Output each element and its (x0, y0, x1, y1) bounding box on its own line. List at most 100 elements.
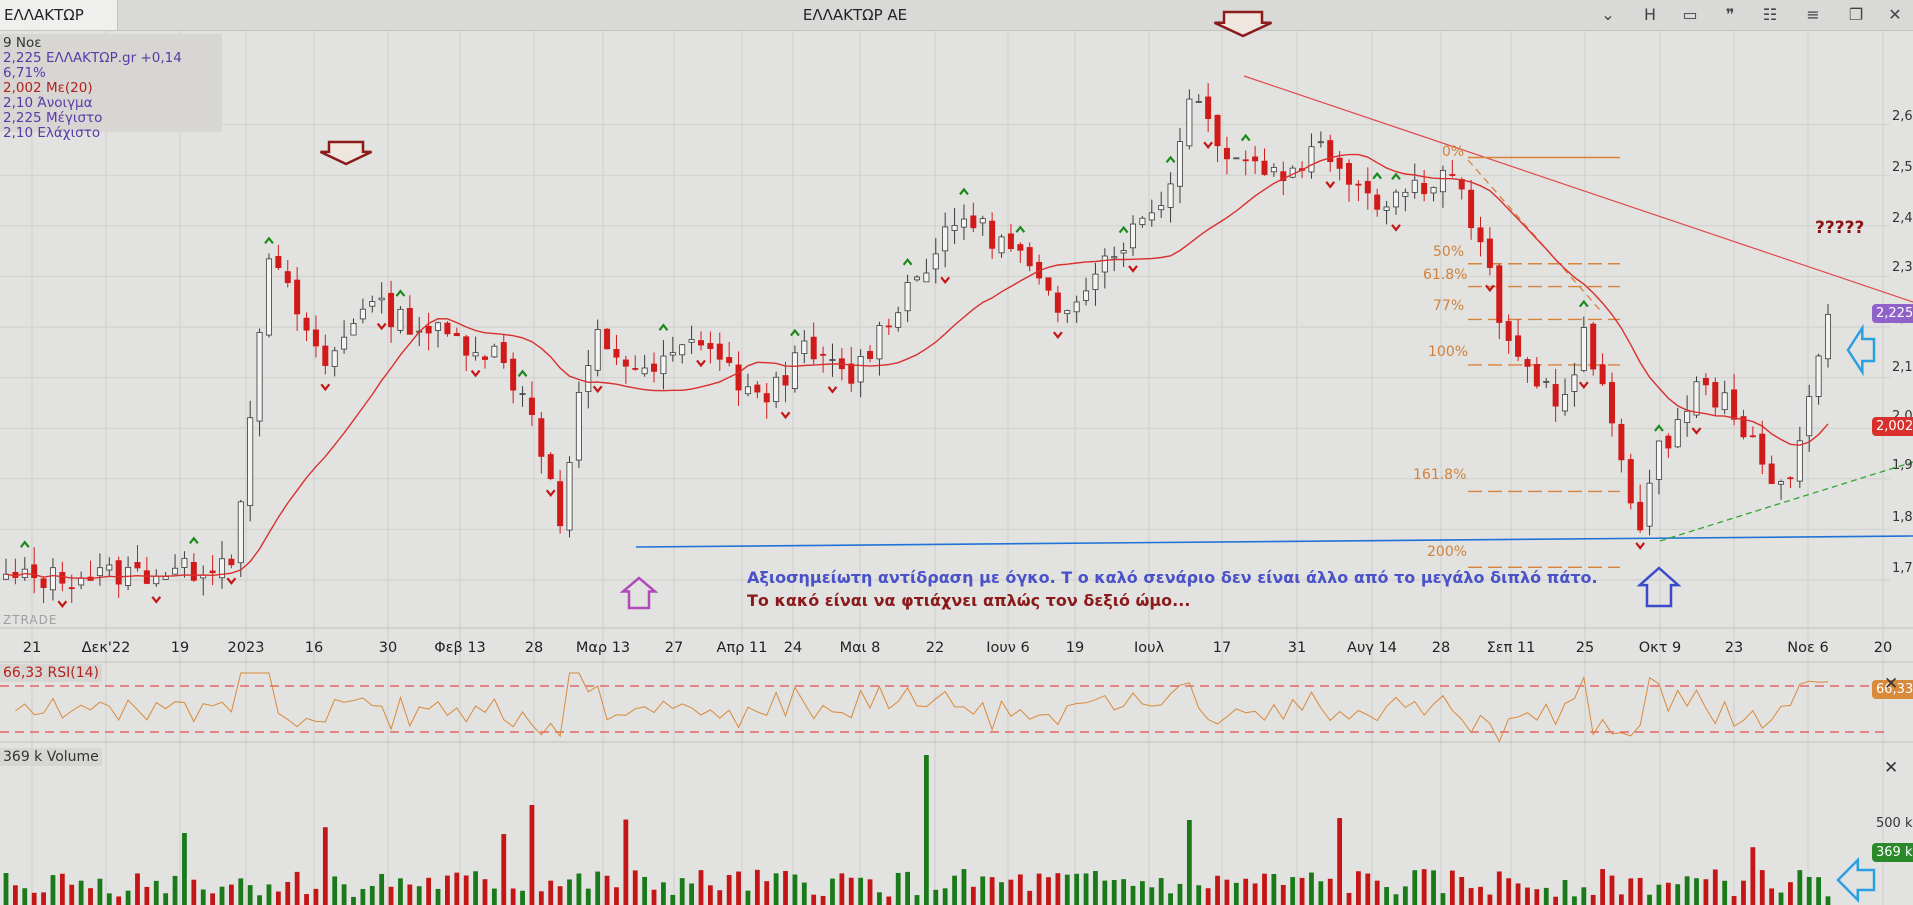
candle-body (1167, 183, 1174, 208)
volume-bar (1656, 884, 1662, 905)
peak-marker (1578, 299, 1589, 308)
volume-bar (970, 886, 976, 905)
volume-bar (285, 881, 291, 905)
volume-bar (1111, 880, 1117, 905)
volume-bar (1327, 878, 1333, 905)
candle-body (594, 329, 601, 371)
candle-body (397, 308, 404, 331)
candle-body (660, 355, 667, 375)
volume-bar (1365, 873, 1371, 905)
volume-bar (426, 877, 432, 905)
x-tick: 17 (1212, 640, 1232, 656)
volume-bar (1778, 892, 1784, 905)
volume-bar (229, 884, 234, 905)
volume-bar (848, 877, 854, 905)
volume-bar (1290, 877, 1296, 905)
candle-body (773, 376, 780, 402)
peak-marker (19, 540, 30, 548)
candle-body (378, 297, 385, 301)
peak-marker (1372, 171, 1383, 180)
rsi-label: 66,33 RSI(14) (0, 664, 103, 682)
candle-body (1646, 482, 1653, 527)
peak-marker (959, 187, 969, 196)
trough-marker (376, 322, 387, 331)
volume-bar (1027, 890, 1033, 905)
volume-bar (1337, 818, 1343, 905)
candle-body (1158, 205, 1165, 211)
volume-bar (191, 879, 197, 905)
volume-bar (1243, 878, 1249, 905)
info-date: 9 Νοε (3, 35, 42, 51)
volume-bar (1637, 877, 1643, 905)
x-tick: 20 (1873, 640, 1893, 656)
peak-marker (395, 289, 406, 297)
candle-body (1571, 374, 1578, 392)
trough-marker (151, 596, 162, 604)
candle-body (256, 331, 263, 422)
volume-bar (135, 873, 140, 905)
volume-bar (548, 880, 554, 905)
volume-bar (726, 875, 732, 905)
candle-body (979, 218, 986, 224)
volume-bar (1280, 884, 1286, 905)
candle-body (59, 572, 66, 584)
candle-body (547, 454, 554, 479)
volume-bar (1252, 883, 1258, 905)
candle-body (716, 343, 723, 360)
candle-body (500, 342, 507, 364)
candle-body (1721, 392, 1728, 411)
volume-bar (783, 870, 788, 905)
volume-bar (1093, 871, 1098, 905)
volume-bar (1402, 886, 1408, 905)
volume-bar (294, 871, 300, 905)
volume-bar (379, 873, 385, 905)
volume-bar (858, 877, 864, 905)
candle-body (284, 271, 291, 284)
volume-bar (1074, 873, 1080, 905)
volume-bar (1675, 884, 1681, 905)
volume-bar (1618, 894, 1624, 905)
candle-body (1308, 146, 1315, 173)
ma-line (5, 153, 1829, 580)
volume-bar (341, 884, 347, 905)
volume-bar (313, 888, 319, 905)
x-tick: 28 (524, 640, 544, 656)
candle-body (688, 339, 695, 343)
volume-bar (867, 879, 873, 905)
rsi-close-icon[interactable]: ✕ (1884, 674, 1898, 694)
candle-body (1637, 501, 1644, 531)
info-high: 2,225 Μέγιστο (3, 110, 103, 126)
peak-marker (1165, 155, 1176, 164)
volume-bar (473, 871, 478, 905)
candle-body (96, 567, 103, 577)
x-tick: 24 (783, 640, 803, 656)
candle-body (406, 307, 413, 335)
price-chart[interactable] (0, 0, 1913, 905)
volume-bar (1083, 873, 1089, 905)
volume-bar (604, 875, 610, 905)
candle-body (1176, 141, 1183, 187)
candle-body (801, 340, 808, 354)
volume-close-icon[interactable]: ✕ (1884, 758, 1898, 778)
volume-bar (914, 895, 920, 905)
candle-body (632, 368, 639, 370)
volume-bar (1750, 847, 1756, 905)
volume-bar (463, 875, 469, 905)
candle-body (341, 336, 348, 350)
peak-marker (1118, 225, 1129, 234)
volume-bar (933, 889, 939, 905)
x-tick: Φεβ 13 (434, 640, 486, 656)
candle-body (1392, 191, 1399, 208)
volume-bar (717, 890, 723, 905)
volume-bar (435, 888, 441, 905)
volume-bar (1506, 878, 1512, 905)
trough-marker (57, 600, 68, 608)
candle-body (763, 393, 770, 403)
volume-bar (529, 805, 535, 905)
candle-body (312, 329, 319, 347)
fib-label-0: 0% (1442, 144, 1465, 160)
volume-bar (1553, 896, 1559, 905)
volume-bar (1534, 889, 1540, 905)
candle-body (998, 236, 1005, 254)
trough-marker (940, 276, 951, 285)
